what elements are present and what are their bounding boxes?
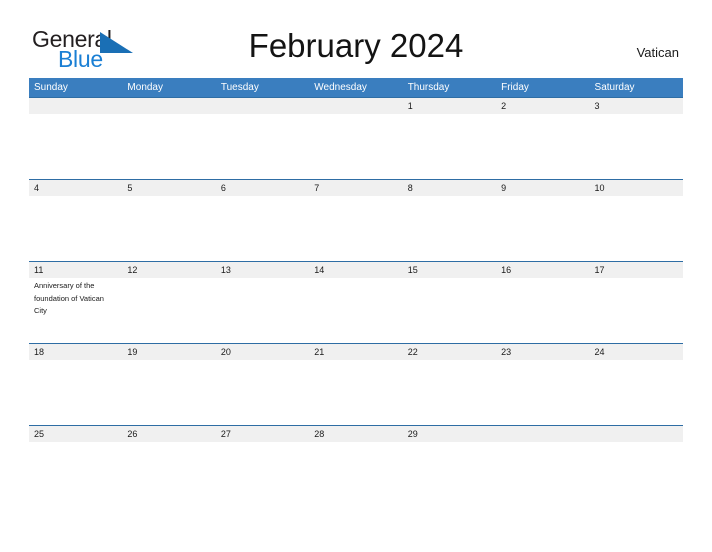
day-events[interactable] xyxy=(122,114,215,179)
day-events[interactable] xyxy=(309,360,402,425)
day-number[interactable] xyxy=(590,426,683,442)
day-events[interactable] xyxy=(216,196,309,261)
day-events[interactable] xyxy=(309,114,402,179)
week-event-band: Anniversary of the foundation of Vatican… xyxy=(29,278,683,343)
weekday-saturday: Saturday xyxy=(594,82,635,93)
day-events[interactable] xyxy=(122,196,215,261)
weekday-wednesday: Wednesday xyxy=(314,82,367,93)
day-events[interactable] xyxy=(403,278,496,343)
day-events[interactable] xyxy=(590,278,683,343)
day-number[interactable] xyxy=(496,426,589,442)
day-number[interactable]: 12 xyxy=(122,262,215,278)
day-events[interactable] xyxy=(122,442,215,552)
week-row: 4 5 6 7 8 9 10 xyxy=(29,179,683,261)
day-number[interactable]: 2 xyxy=(496,98,589,114)
day-number[interactable]: 9 xyxy=(496,180,589,196)
day-events[interactable] xyxy=(122,360,215,425)
day-events[interactable] xyxy=(309,196,402,261)
day-events[interactable] xyxy=(309,278,402,343)
day-number[interactable]: 5 xyxy=(122,180,215,196)
calendar-grid: Sunday Monday Tuesday Wednesday Thursday… xyxy=(29,78,683,552)
day-events[interactable] xyxy=(216,114,309,179)
day-number[interactable]: 21 xyxy=(309,344,402,360)
day-number[interactable] xyxy=(122,98,215,114)
day-events[interactable] xyxy=(403,442,496,552)
weekday-header-row: Sunday Monday Tuesday Wednesday Thursday… xyxy=(29,78,683,97)
page-title: February 2024 xyxy=(248,27,464,64)
week-date-band: 25 26 27 28 29 xyxy=(29,426,683,442)
day-number[interactable]: 22 xyxy=(403,344,496,360)
day-events[interactable] xyxy=(122,278,215,343)
day-number[interactable]: 24 xyxy=(590,344,683,360)
day-number[interactable] xyxy=(216,98,309,114)
weekday-sunday: Sunday xyxy=(34,82,68,93)
day-events[interactable] xyxy=(29,360,122,425)
day-events[interactable] xyxy=(496,442,589,552)
week-event-band xyxy=(29,196,683,261)
day-number[interactable]: 27 xyxy=(216,426,309,442)
region-label: Vatican xyxy=(636,45,679,60)
day-events[interactable]: Anniversary of the foundation of Vatican… xyxy=(29,278,122,343)
day-number[interactable]: 4 xyxy=(29,180,122,196)
day-events[interactable] xyxy=(403,114,496,179)
week-date-band: 18 19 20 21 22 23 24 xyxy=(29,344,683,360)
day-events[interactable] xyxy=(590,360,683,425)
week-row: 25 26 27 28 29 xyxy=(29,425,683,552)
day-number[interactable] xyxy=(309,98,402,114)
day-number[interactable]: 19 xyxy=(122,344,215,360)
day-events[interactable] xyxy=(496,360,589,425)
week-event-band xyxy=(29,442,683,552)
day-number[interactable]: 1 xyxy=(403,98,496,114)
day-number[interactable]: 16 xyxy=(496,262,589,278)
day-events[interactable] xyxy=(403,196,496,261)
day-events[interactable] xyxy=(216,442,309,552)
day-events[interactable] xyxy=(590,442,683,552)
day-number[interactable]: 18 xyxy=(29,344,122,360)
page-header: General Blue February 2024 Vatican xyxy=(0,0,712,78)
day-number[interactable]: 8 xyxy=(403,180,496,196)
day-events[interactable] xyxy=(309,442,402,552)
day-number[interactable]: 15 xyxy=(403,262,496,278)
day-events[interactable] xyxy=(496,278,589,343)
day-number[interactable]: 29 xyxy=(403,426,496,442)
day-number[interactable]: 25 xyxy=(29,426,122,442)
day-number[interactable]: 6 xyxy=(216,180,309,196)
day-number[interactable]: 14 xyxy=(309,262,402,278)
day-events[interactable] xyxy=(29,196,122,261)
day-number[interactable]: 23 xyxy=(496,344,589,360)
day-number[interactable]: 26 xyxy=(122,426,215,442)
day-events[interactable] xyxy=(590,114,683,179)
day-number[interactable]: 28 xyxy=(309,426,402,442)
day-number[interactable] xyxy=(29,98,122,114)
day-events[interactable] xyxy=(403,360,496,425)
day-events[interactable] xyxy=(216,360,309,425)
day-events[interactable] xyxy=(496,196,589,261)
week-row: 1 2 3 xyxy=(29,97,683,179)
day-events[interactable] xyxy=(216,278,309,343)
day-events[interactable] xyxy=(496,114,589,179)
weekday-friday: Friday xyxy=(501,82,529,93)
week-event-band xyxy=(29,114,683,179)
day-events[interactable] xyxy=(29,442,122,552)
weekday-tuesday: Tuesday xyxy=(220,82,259,93)
day-number[interactable]: 7 xyxy=(309,180,402,196)
day-number[interactable]: 3 xyxy=(590,98,683,114)
weekday-thursday: Thursday xyxy=(407,82,450,93)
day-events[interactable] xyxy=(590,196,683,261)
day-number[interactable]: 13 xyxy=(216,262,309,278)
day-number[interactable]: 20 xyxy=(216,344,309,360)
week-date-band: 1 2 3 xyxy=(29,98,683,114)
week-row: 18 19 20 21 22 23 24 xyxy=(29,343,683,425)
day-number[interactable]: 10 xyxy=(590,180,683,196)
weekday-monday: Monday xyxy=(127,82,163,93)
week-row: 11 12 13 14 15 16 17 Anniversary of the … xyxy=(29,261,683,343)
week-event-band xyxy=(29,360,683,425)
day-number[interactable]: 11 xyxy=(29,262,122,278)
week-date-band: 11 12 13 14 15 16 17 xyxy=(29,262,683,278)
day-events[interactable] xyxy=(29,114,122,179)
week-date-band: 4 5 6 7 8 9 10 xyxy=(29,180,683,196)
day-number[interactable]: 17 xyxy=(590,262,683,278)
